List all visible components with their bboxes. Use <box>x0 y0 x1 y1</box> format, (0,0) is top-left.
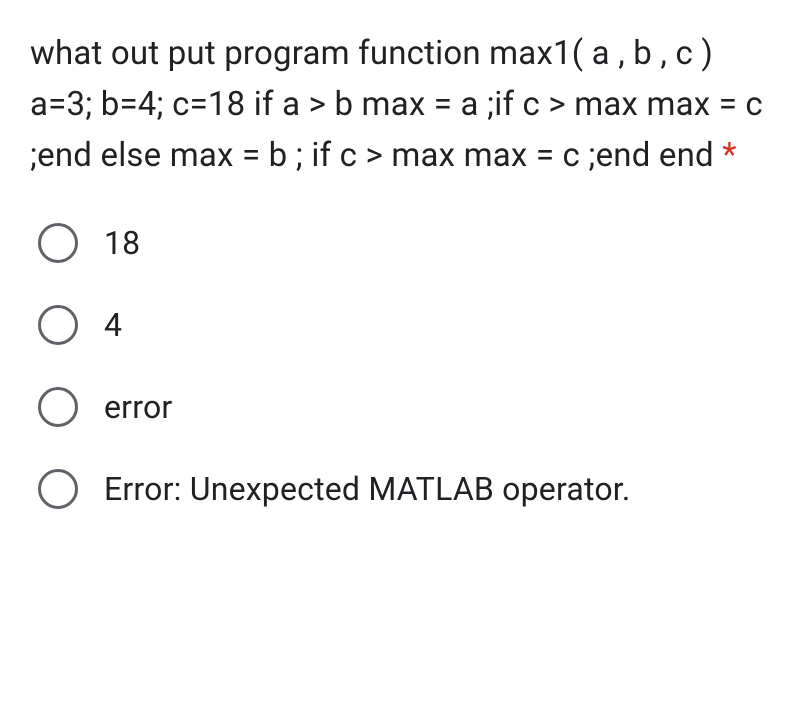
option-2[interactable]: 4 <box>38 305 770 345</box>
option-label: Error: Unexpected MATLAB operator. <box>104 470 631 508</box>
radio-icon <box>38 223 78 263</box>
required-asterisk: * <box>722 136 736 175</box>
option-4[interactable]: Error: Unexpected MATLAB operator. <box>38 469 770 509</box>
option-label: 18 <box>104 224 140 262</box>
radio-icon <box>38 387 78 427</box>
radio-icon <box>38 305 78 345</box>
question-text: what out put program function max1( a , … <box>30 28 770 181</box>
radio-icon <box>38 469 78 509</box>
question-body: what out put program function max1( a , … <box>30 34 763 175</box>
option-3[interactable]: error <box>38 387 770 427</box>
option-label: 4 <box>104 306 122 344</box>
option-1[interactable]: 18 <box>38 223 770 263</box>
options-group: 18 4 error Error: Unexpected MATLAB oper… <box>30 223 770 509</box>
option-label: error <box>104 388 172 426</box>
